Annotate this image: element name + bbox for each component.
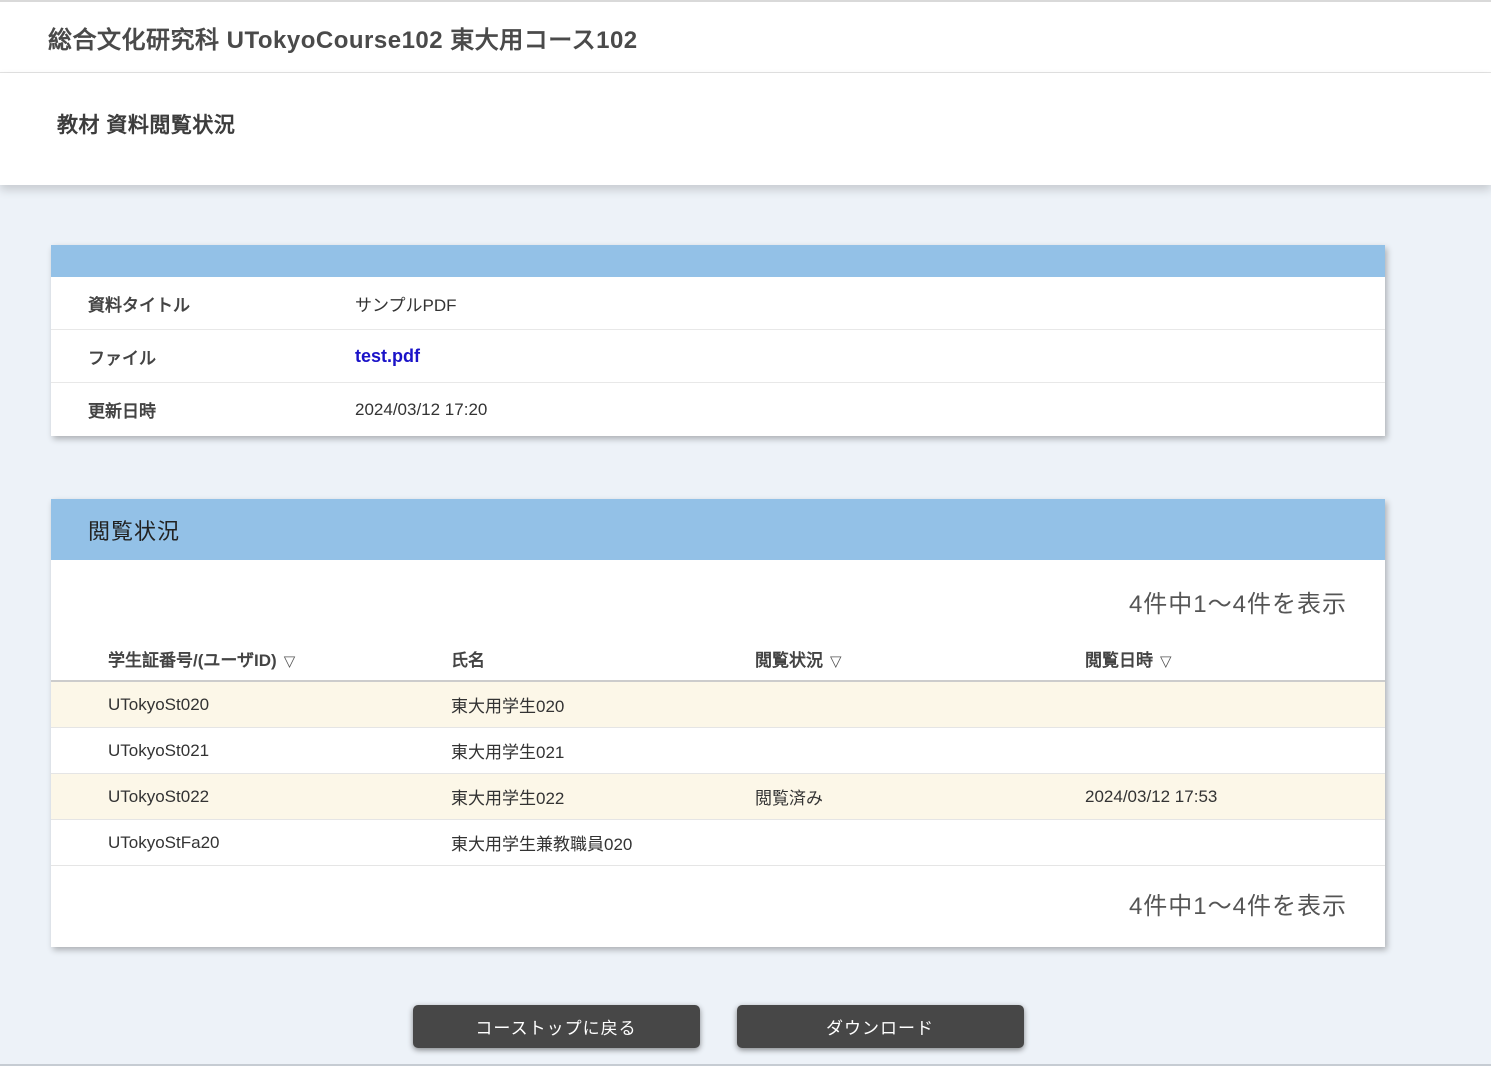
column-header-view-status[interactable]: 閲覧状況 ▽ [755,646,1085,671]
viewing-status-panel: 閲覧状況 4件中1～4件を表示 学生証番号/(ユーザID) ▽ 氏名 閲覧状況 ▽ … [51,499,1385,947]
table-row: UTokyoSt020 東大用学生020 [51,682,1385,728]
column-header-view-date-label: 閲覧日時 [1085,651,1153,670]
column-header-name: 氏名 [451,646,755,671]
page-title: 教材 資料閲覧状況 [0,73,1491,139]
column-header-view-date[interactable]: 閲覧日時 ▽ [1085,646,1385,671]
viewing-status-section-title: 閲覧状況 [51,514,180,546]
sort-triangle-icon: ▽ [830,653,842,670]
file-download-link[interactable]: test.pdf [355,346,420,366]
material-panel-accent-bar [51,245,1385,277]
table-row: UTokyoSt021 東大用学生021 [51,728,1385,774]
column-header-user-id[interactable]: 学生証番号/(ユーザID) ▽ [51,646,451,671]
material-file-row: ファイル test.pdf [51,330,1385,383]
course-title: 総合文化研究科 UTokyoCourse102 東大用コース102 [0,20,638,55]
material-file-label: ファイル [51,344,355,369]
cell-name: 東大用学生兼教職員020 [451,830,755,855]
result-count-bottom: 4件中1～4件を表示 [51,866,1385,947]
cell-user-id: UTokyoSt021 [51,741,451,761]
table-row: UTokyoSt022 東大用学生022 閲覧済み 2024/03/12 17:… [51,774,1385,820]
viewing-status-header-bar: 閲覧状況 [51,499,1385,560]
back-to-course-top-button[interactable]: コーストップに戻る [413,1005,700,1048]
column-header-user-id-label: 学生証番号/(ユーザID) [108,651,277,670]
material-updated-label: 更新日時 [51,397,355,422]
material-updated-row: 更新日時 2024/03/12 17:20 [51,383,1385,436]
page-subheader: 教材 資料閲覧状況 [0,73,1491,185]
cell-user-id: UTokyoSt020 [51,695,451,715]
material-file-value: test.pdf [355,346,1385,367]
cell-view-status: 閲覧済み [755,784,1085,809]
sort-triangle-icon: ▽ [1160,653,1172,670]
action-button-row: コーストップに戻る ダウンロード [51,1005,1385,1048]
cell-view-date: 2024/03/12 17:53 [1085,787,1385,807]
sort-triangle-icon: ▽ [284,653,296,670]
result-count-top: 4件中1～4件を表示 [51,560,1385,637]
material-title-label: 資料タイトル [51,291,355,316]
status-table-header-row: 学生証番号/(ユーザID) ▽ 氏名 閲覧状況 ▽ 閲覧日時 ▽ [51,637,1385,682]
cell-name: 東大用学生022 [451,784,755,809]
material-title-row: 資料タイトル サンプルPDF [51,277,1385,330]
download-button[interactable]: ダウンロード [737,1005,1024,1048]
cell-name: 東大用学生020 [451,692,755,717]
material-info-panel: 資料タイトル サンプルPDF ファイル test.pdf 更新日時 2024/0… [51,245,1385,436]
material-updated-value: 2024/03/12 17:20 [355,400,1385,420]
table-row: UTokyoStFa20 東大用学生兼教職員020 [51,820,1385,866]
main-content: 資料タイトル サンプルPDF ファイル test.pdf 更新日時 2024/0… [51,245,1385,1048]
cell-user-id: UTokyoStFa20 [51,833,451,853]
column-header-view-status-label: 閲覧状況 [755,651,823,670]
material-title-value: サンプルPDF [355,291,1385,316]
course-header: 総合文化研究科 UTokyoCourse102 東大用コース102 [0,0,1491,73]
column-header-name-label: 氏名 [451,651,485,670]
cell-name: 東大用学生021 [451,738,755,763]
cell-user-id: UTokyoSt022 [51,787,451,807]
